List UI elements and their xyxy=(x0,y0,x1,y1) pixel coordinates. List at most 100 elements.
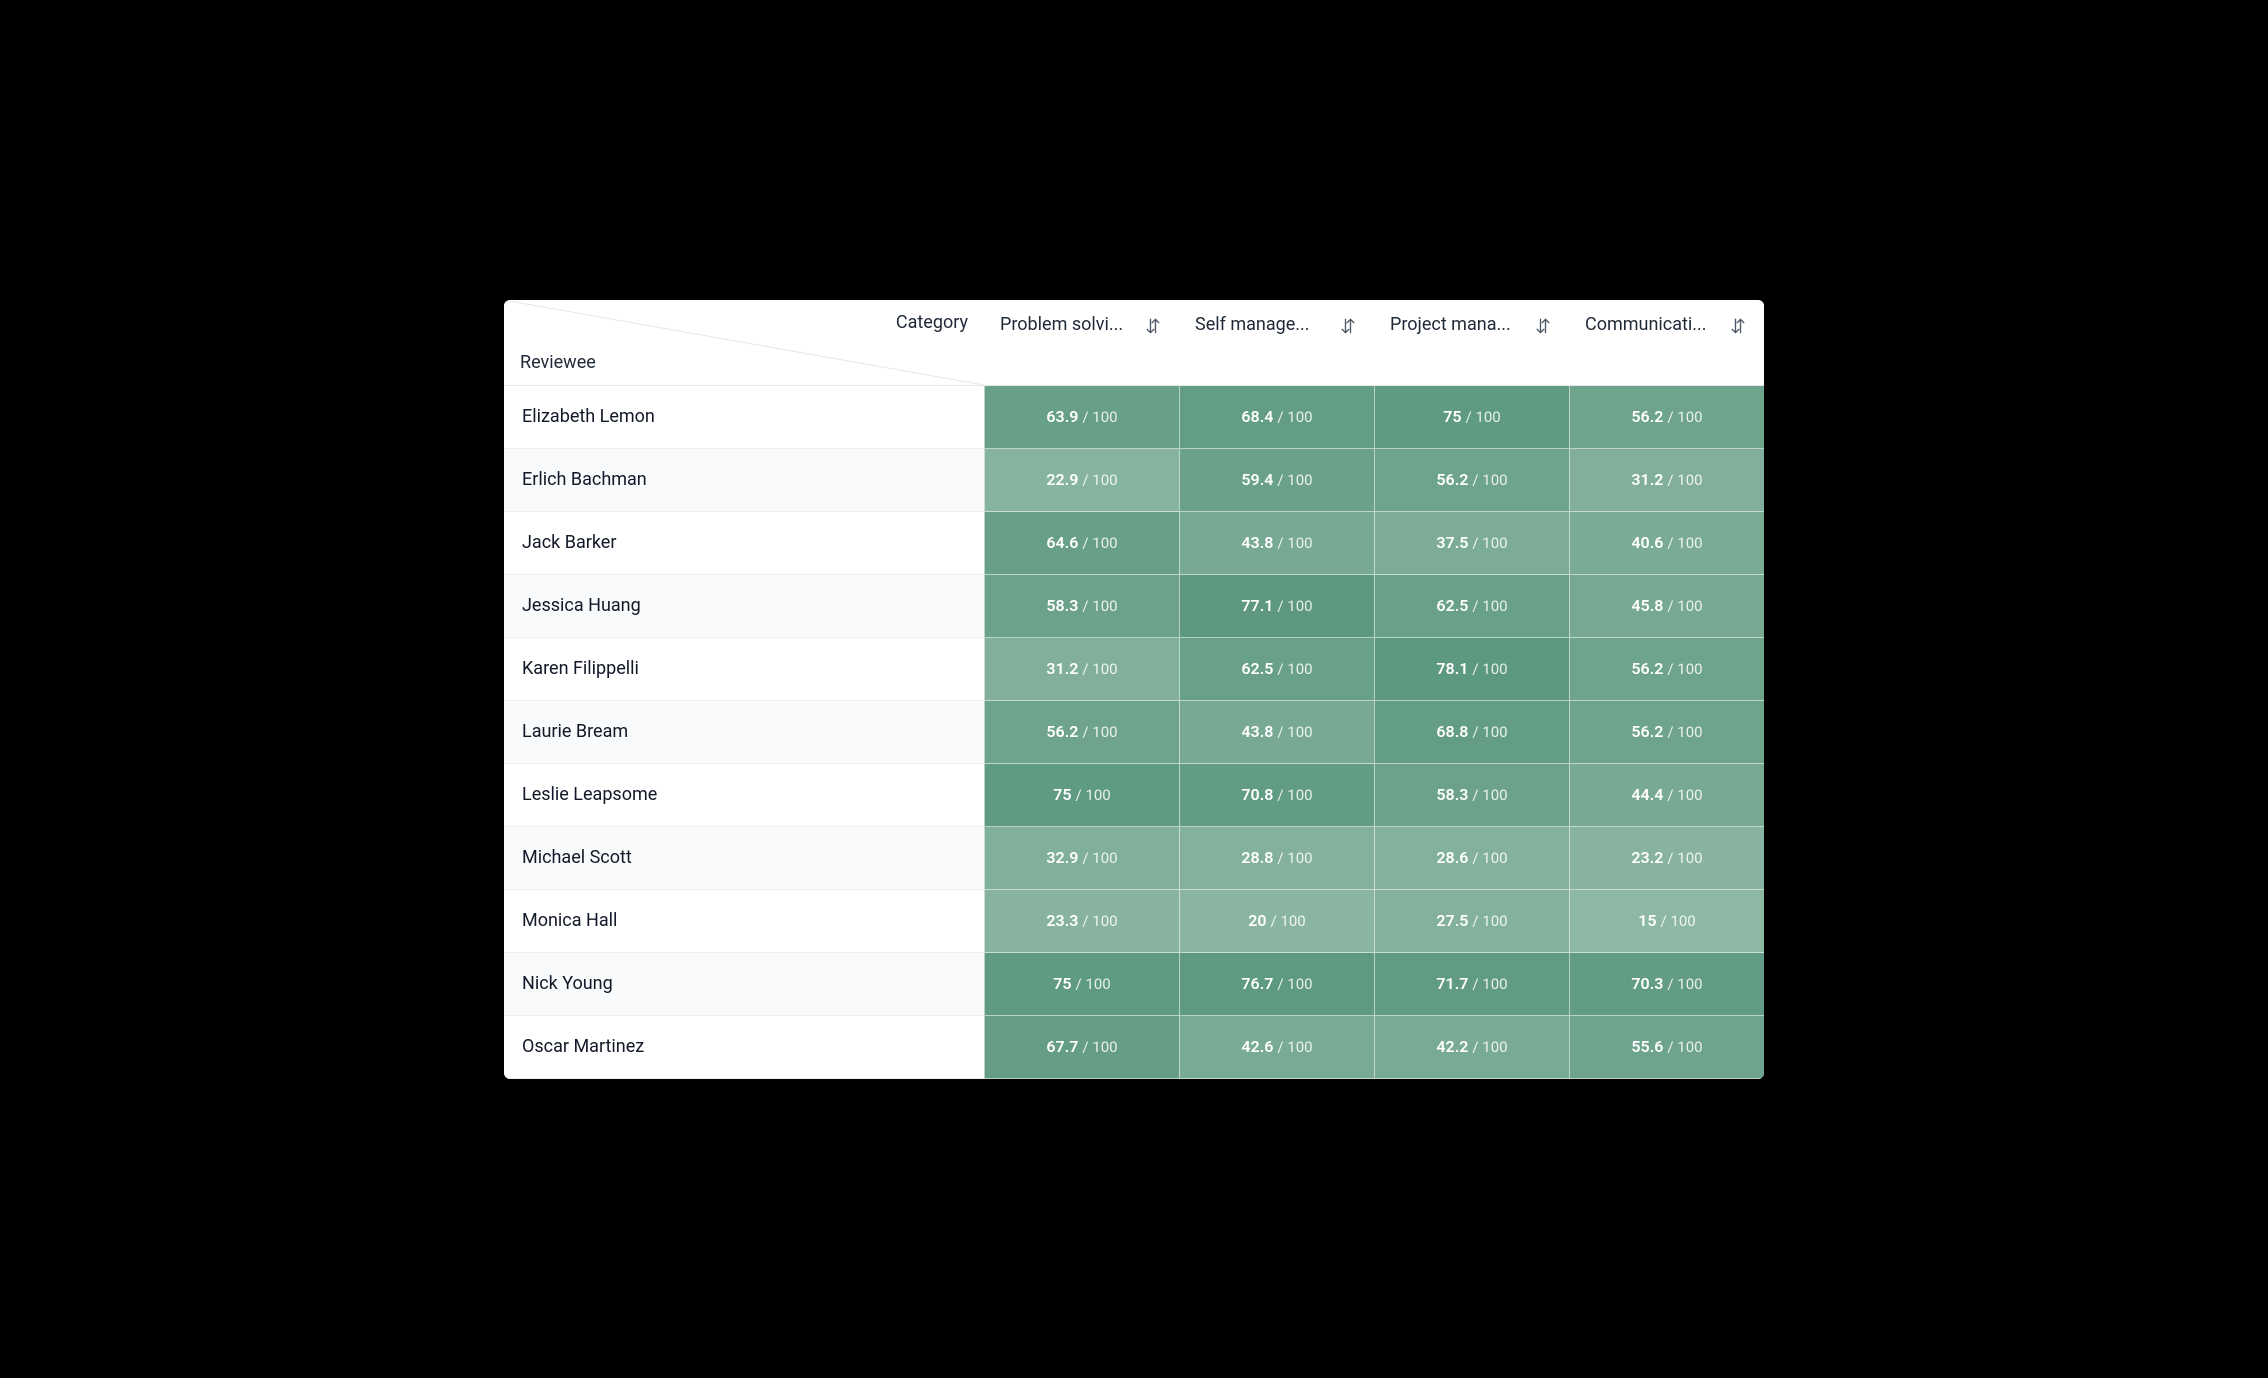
score-cell[interactable]: 63.9/ 100 xyxy=(984,386,1179,449)
column-header-label: Project mana... xyxy=(1390,314,1511,335)
score-grid: Category Reviewee Problem solvi...Self m… xyxy=(504,300,1764,1079)
score-cell[interactable]: 68.8/ 100 xyxy=(1374,701,1569,764)
score-cell[interactable]: 23.2/ 100 xyxy=(1569,827,1764,890)
score-cell[interactable]: 43.8/ 100 xyxy=(1179,701,1374,764)
reviewee-name-cell[interactable]: Jessica Huang xyxy=(504,575,984,638)
score-cell[interactable]: 56.2/ 100 xyxy=(1569,386,1764,449)
column-header-label: Problem solvi... xyxy=(1000,314,1123,335)
score-value: 77.1 xyxy=(1241,596,1273,615)
sort-icon[interactable] xyxy=(1143,316,1163,336)
reviewee-name-cell[interactable]: Nick Young xyxy=(504,953,984,1016)
score-cell[interactable]: 23.3/ 100 xyxy=(984,890,1179,953)
score-cell[interactable]: 56.2/ 100 xyxy=(1569,701,1764,764)
score-value: 40.6 xyxy=(1631,533,1663,552)
reviewee-name-cell[interactable]: Leslie Leapsome xyxy=(504,764,984,827)
reviewee-name-cell[interactable]: Karen Filippelli xyxy=(504,638,984,701)
score-cell[interactable]: 32.9/ 100 xyxy=(984,827,1179,890)
score-cell[interactable]: 78.1/ 100 xyxy=(1374,638,1569,701)
score-denominator: / 100 xyxy=(1277,597,1312,615)
score-cell[interactable]: 70.8/ 100 xyxy=(1179,764,1374,827)
score-cell[interactable]: 64.6/ 100 xyxy=(984,512,1179,575)
score-cell[interactable]: 45.8/ 100 xyxy=(1569,575,1764,638)
score-value: 42.2 xyxy=(1436,1037,1468,1056)
score-value: 32.9 xyxy=(1046,848,1078,867)
score-denominator: / 100 xyxy=(1082,408,1117,426)
score-cell[interactable]: 75/ 100 xyxy=(1374,386,1569,449)
score-denominator: / 100 xyxy=(1082,597,1117,615)
score-cell[interactable]: 68.4/ 100 xyxy=(1179,386,1374,449)
score-denominator: / 100 xyxy=(1277,975,1312,993)
score-cell[interactable]: 43.8/ 100 xyxy=(1179,512,1374,575)
reviewee-name-cell[interactable]: Laurie Bream xyxy=(504,701,984,764)
score-cell[interactable]: 58.3/ 100 xyxy=(984,575,1179,638)
reviewee-name-cell[interactable]: Oscar Martinez xyxy=(504,1016,984,1079)
score-cell[interactable]: 42.2/ 100 xyxy=(1374,1016,1569,1079)
reviewee-name-cell[interactable]: Michael Scott xyxy=(504,827,984,890)
score-denominator: / 100 xyxy=(1082,1038,1117,1056)
score-cell[interactable]: 20/ 100 xyxy=(1179,890,1374,953)
column-header-label: Self manage... xyxy=(1195,314,1310,335)
score-cell[interactable]: 42.6/ 100 xyxy=(1179,1016,1374,1079)
reviewee-name: Karen Filippelli xyxy=(522,658,639,679)
score-cell[interactable]: 28.6/ 100 xyxy=(1374,827,1569,890)
score-cell[interactable]: 37.5/ 100 xyxy=(1374,512,1569,575)
sort-icon[interactable] xyxy=(1533,316,1553,336)
reviewee-name-cell[interactable]: Monica Hall xyxy=(504,890,984,953)
score-value: 70.8 xyxy=(1241,785,1273,804)
score-cell[interactable]: 67.7/ 100 xyxy=(984,1016,1179,1079)
score-cell[interactable]: 70.3/ 100 xyxy=(1569,953,1764,1016)
reviewee-name-cell[interactable]: Jack Barker xyxy=(504,512,984,575)
score-denominator: / 100 xyxy=(1472,660,1507,678)
column-header[interactable]: Problem solvi... xyxy=(984,300,1179,386)
score-cell[interactable]: 56.2/ 100 xyxy=(1374,449,1569,512)
reviewee-name-cell[interactable]: Erlich Bachman xyxy=(504,449,984,512)
score-value: 75 xyxy=(1443,407,1461,426)
sort-icon[interactable] xyxy=(1728,316,1748,336)
score-value: 27.5 xyxy=(1436,911,1468,930)
score-value: 63.9 xyxy=(1046,407,1078,426)
score-cell[interactable]: 27.5/ 100 xyxy=(1374,890,1569,953)
score-cell[interactable]: 31.2/ 100 xyxy=(1569,449,1764,512)
score-denominator: / 100 xyxy=(1667,660,1702,678)
score-cell[interactable]: 55.6/ 100 xyxy=(1569,1016,1764,1079)
score-cell[interactable]: 28.8/ 100 xyxy=(1179,827,1374,890)
score-value: 22.9 xyxy=(1046,470,1078,489)
score-denominator: / 100 xyxy=(1472,786,1507,804)
score-denominator: / 100 xyxy=(1472,1038,1507,1056)
reviewee-name-cell[interactable]: Elizabeth Lemon xyxy=(504,386,984,449)
score-cell[interactable]: 31.2/ 100 xyxy=(984,638,1179,701)
score-denominator: / 100 xyxy=(1667,849,1702,867)
sort-icon[interactable] xyxy=(1338,316,1358,336)
score-denominator: / 100 xyxy=(1082,912,1117,930)
score-denominator: / 100 xyxy=(1472,849,1507,867)
score-denominator: / 100 xyxy=(1277,786,1312,804)
score-cell[interactable]: 75/ 100 xyxy=(984,953,1179,1016)
score-cell[interactable]: 56.2/ 100 xyxy=(1569,638,1764,701)
reviewee-axis-label: Reviewee xyxy=(520,352,596,373)
score-value: 42.6 xyxy=(1241,1037,1273,1056)
score-cell[interactable]: 56.2/ 100 xyxy=(984,701,1179,764)
score-cell[interactable]: 59.4/ 100 xyxy=(1179,449,1374,512)
column-header[interactable]: Self manage... xyxy=(1179,300,1374,386)
reviewee-name: Oscar Martinez xyxy=(522,1036,644,1057)
score-cell[interactable]: 58.3/ 100 xyxy=(1374,764,1569,827)
score-value: 56.2 xyxy=(1436,470,1468,489)
score-cell[interactable]: 75/ 100 xyxy=(984,764,1179,827)
score-cell[interactable]: 62.5/ 100 xyxy=(1374,575,1569,638)
score-value: 43.8 xyxy=(1241,722,1273,741)
column-header[interactable]: Communicati... xyxy=(1569,300,1764,386)
score-cell[interactable]: 71.7/ 100 xyxy=(1374,953,1569,1016)
score-cell[interactable]: 62.5/ 100 xyxy=(1179,638,1374,701)
score-cell[interactable]: 44.4/ 100 xyxy=(1569,764,1764,827)
score-cell[interactable]: 15/ 100 xyxy=(1569,890,1764,953)
score-denominator: / 100 xyxy=(1667,786,1702,804)
column-header[interactable]: Project mana... xyxy=(1374,300,1569,386)
score-denominator: / 100 xyxy=(1277,723,1312,741)
score-cell[interactable]: 77.1/ 100 xyxy=(1179,575,1374,638)
score-value: 15 xyxy=(1638,911,1656,930)
score-cell[interactable]: 76.7/ 100 xyxy=(1179,953,1374,1016)
score-denominator: / 100 xyxy=(1667,975,1702,993)
score-cell[interactable]: 40.6/ 100 xyxy=(1569,512,1764,575)
score-cell[interactable]: 22.9/ 100 xyxy=(984,449,1179,512)
score-denominator: / 100 xyxy=(1472,534,1507,552)
